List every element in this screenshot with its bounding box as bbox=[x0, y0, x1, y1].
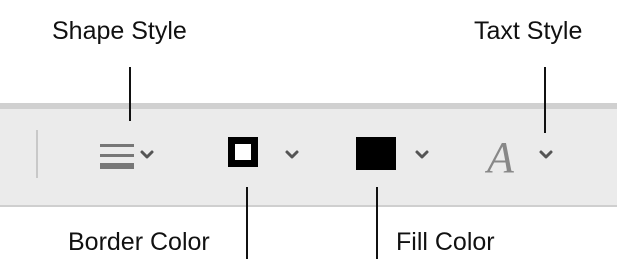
svg-text:A: A bbox=[485, 133, 515, 182]
chevron-down-icon bbox=[140, 150, 154, 159]
fill-color-leader-line bbox=[376, 187, 378, 259]
border-color-leader-line bbox=[246, 187, 248, 259]
chevron-down-icon bbox=[415, 150, 429, 159]
line-style-icon bbox=[100, 144, 154, 169]
toolbar-separator bbox=[36, 130, 38, 178]
border-color-callout: Border Color bbox=[68, 228, 210, 256]
text-style-leader-line bbox=[544, 67, 546, 133]
chevron-down-icon bbox=[285, 150, 299, 159]
shape-style-leader-line bbox=[129, 67, 131, 121]
fill-color-swatch-icon bbox=[356, 137, 429, 170]
fill-color-callout: Fill Color bbox=[396, 228, 495, 256]
fill-color-button[interactable] bbox=[353, 127, 438, 183]
border-color-swatch-icon bbox=[228, 137, 299, 167]
text-style-button[interactable]: A bbox=[485, 127, 565, 183]
toolbar-top-border bbox=[0, 103, 617, 109]
chevron-down-icon bbox=[539, 150, 553, 159]
text-style-callout: Taxt Style bbox=[474, 17, 583, 45]
shape-style-callout: Shape Style bbox=[52, 17, 187, 45]
italic-a-icon: A bbox=[485, 133, 553, 182]
border-color-button[interactable] bbox=[225, 127, 305, 183]
shape-style-button[interactable] bbox=[98, 127, 160, 183]
toolbar-bottom-border bbox=[0, 205, 617, 207]
format-toolbar: A bbox=[0, 103, 617, 207]
